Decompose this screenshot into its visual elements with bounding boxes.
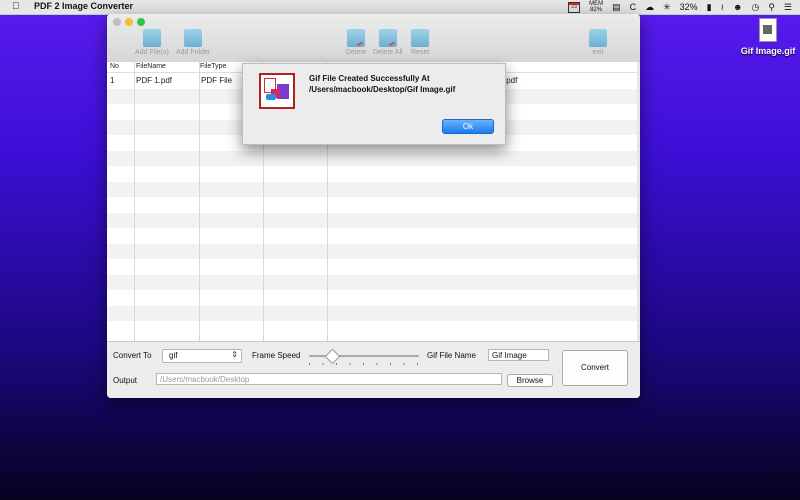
c-status-label[interactable]: C xyxy=(630,2,637,12)
frame-speed-label: Frame Speed xyxy=(252,351,301,360)
delete-all-icon xyxy=(378,29,397,47)
status-tray: 23 MEM 82% ▤ C ☁ ✳ 32% ▮ ≀ ☻ ◷ ⚲ ☰ xyxy=(568,0,792,14)
clock-icon[interactable]: ◷ xyxy=(751,2,759,13)
memory-indicator[interactable]: MEM 82% xyxy=(589,1,603,13)
close-window-button[interactable] xyxy=(113,18,121,26)
ok-button[interactable]: Ok xyxy=(442,119,494,134)
notification-center-icon[interactable]: ☰ xyxy=(784,2,792,13)
menu-bar:  PDF 2 Image Converter 23 MEM 82% ▤ C ☁… xyxy=(0,0,800,15)
memory-value: 82% xyxy=(590,7,603,13)
frame-speed-slider[interactable] xyxy=(309,348,419,365)
column-header-filetype[interactable]: FileType xyxy=(200,63,226,70)
desktop-file-gif-image[interactable]: Gif Image.gif xyxy=(738,18,798,56)
output-label: Output xyxy=(113,376,138,385)
calendar-icon[interactable]: 23 xyxy=(568,1,581,13)
add-folder-label: Add Folder xyxy=(176,49,211,56)
add-folder-icon xyxy=(184,29,203,47)
exit-label: exit xyxy=(592,49,604,56)
apple-icon[interactable]:  xyxy=(12,1,20,12)
exit-icon xyxy=(589,29,607,47)
gif-file-icon xyxy=(759,18,777,42)
output-path-field[interactable]: /Users/macbook/Desktop xyxy=(156,373,502,385)
delete-icon xyxy=(347,29,366,47)
window-toolbar: Add File(s) Add Folder Delete Delete All… xyxy=(107,14,640,63)
desktop-file-label: Gif Image.gif xyxy=(740,46,796,56)
add-files-button[interactable]: Add File(s) xyxy=(135,29,169,56)
cell-filetype: PDF File xyxy=(201,76,233,85)
reset-icon xyxy=(411,29,430,47)
battery-icon[interactable]: ▮ xyxy=(707,2,712,13)
convert-to-label: Convert To xyxy=(113,351,152,360)
browse-button[interactable]: Browse xyxy=(507,374,553,387)
select-arrows-icon: ⇕ xyxy=(231,350,238,359)
format-select[interactable]: gif ⇕ xyxy=(162,349,242,363)
add-files-label: Add File(s) xyxy=(135,49,169,56)
gif-file-name-input[interactable]: Gif Image xyxy=(488,349,549,361)
delete-label: Delete xyxy=(346,49,367,56)
slider-knob[interactable] xyxy=(324,348,341,365)
dialog-message: Gif File Created Successfully At /Users/… xyxy=(309,74,456,94)
app-menu-name[interactable]: PDF 2 Image Converter xyxy=(34,1,133,11)
wifi-icon[interactable]: ≀ xyxy=(721,2,724,13)
cell-path: .pdf xyxy=(504,76,518,85)
clipboard-icon[interactable]: ▤ xyxy=(612,2,621,13)
format-value: gif xyxy=(169,351,178,360)
pdf-to-image-app-icon xyxy=(259,73,295,109)
battery-percent[interactable]: 32% xyxy=(680,2,698,12)
success-dialog: Gif File Created Successfully At /Users/… xyxy=(242,63,506,145)
column-header-no[interactable]: No xyxy=(110,63,119,70)
cell-filename: PDF 1.pdf xyxy=(136,76,173,85)
delete-all-button[interactable]: Delete All xyxy=(373,29,403,56)
convert-button[interactable]: Convert xyxy=(562,350,628,386)
column-header-filename[interactable]: FileName xyxy=(136,63,166,70)
search-icon[interactable]: ⚲ xyxy=(768,2,775,13)
conversion-settings: Convert To gif ⇕ Frame Speed Gif File Na… xyxy=(107,341,640,398)
reset-label: Reset xyxy=(411,49,430,56)
delete-button[interactable]: Delete xyxy=(346,29,366,56)
user-icon[interactable]: ☻ xyxy=(733,2,742,12)
add-files-icon xyxy=(142,29,161,47)
delete-all-label: Delete All xyxy=(373,49,403,56)
bluetooth-icon[interactable]: ✳ xyxy=(663,2,671,13)
reset-button[interactable]: Reset xyxy=(411,29,429,56)
minimize-window-button[interactable] xyxy=(125,18,133,26)
add-folder-button[interactable]: Add Folder xyxy=(176,29,210,56)
zoom-window-button[interactable] xyxy=(137,18,145,26)
cloud-icon[interactable]: ☁ xyxy=(645,2,654,13)
exit-button[interactable]: exit xyxy=(589,29,607,56)
gif-file-name-label: Gif File Name xyxy=(427,351,476,360)
table-scrollbar[interactable] xyxy=(637,62,640,341)
cell-no: 1 xyxy=(110,76,115,85)
